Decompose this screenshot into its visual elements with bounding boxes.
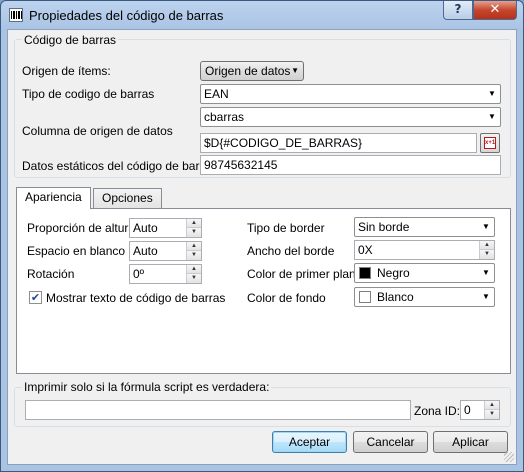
- static-data-field[interactable]: 98745632145: [200, 155, 501, 175]
- background-color-value: Blanco: [377, 290, 414, 304]
- blank-space-value: Auto: [133, 244, 158, 258]
- formula-editor-button[interactable]: x+1: [480, 133, 500, 153]
- chevron-down-icon: ▼: [488, 112, 496, 121]
- border-width-value: 0X: [358, 243, 373, 257]
- stepper-down-icon[interactable]: ▼: [187, 251, 201, 260]
- stepper-up-icon[interactable]: ▲: [480, 241, 494, 250]
- barcode-type-value: EAN: [204, 87, 229, 101]
- source-column-value: cbarras: [204, 110, 245, 124]
- static-data-label: Datos estáticos del código de barras: [22, 159, 217, 173]
- stepper-buttons: ▲ ▼: [186, 219, 201, 237]
- rotation-label: Rotación: [27, 267, 75, 281]
- stepper-up-icon[interactable]: ▲: [485, 401, 499, 410]
- chevron-down-icon: ▼: [291, 66, 299, 75]
- resize-grip[interactable]: [504, 452, 514, 462]
- source-column-label: Columna de origen de datos: [22, 124, 173, 138]
- stepper-down-icon[interactable]: ▼: [485, 410, 499, 419]
- background-color-label: Color de fondo: [247, 291, 326, 305]
- stepper-up-icon[interactable]: ▲: [187, 242, 201, 251]
- help-button[interactable]: ?: [443, 1, 473, 20]
- border-width-stepper[interactable]: 0X ▲ ▼: [354, 240, 495, 260]
- checkmark-icon: ✔: [30, 291, 41, 304]
- window-title: Propiedades del código de barras: [29, 8, 224, 23]
- chevron-down-icon: ▼: [488, 89, 496, 98]
- background-color-select[interactable]: Blanco ▼: [354, 287, 495, 307]
- close-button[interactable]: ✕: [473, 1, 517, 20]
- foreground-color-swatch: [359, 267, 371, 279]
- stepper-buttons: ▲ ▼: [479, 241, 494, 259]
- zone-id-value: 0: [464, 403, 471, 417]
- border-type-label: Tipo de border: [247, 221, 325, 235]
- background-color-swatch: [359, 291, 371, 303]
- foreground-color-select[interactable]: Negro ▼: [354, 263, 495, 283]
- stepper-down-icon[interactable]: ▼: [480, 250, 494, 259]
- barcode-type-label: Tipo de codigo de barras: [22, 87, 155, 101]
- blank-space-label: Espacio en blanco: [27, 244, 126, 258]
- apply-button[interactable]: Aplicar: [433, 431, 508, 453]
- dialog-client-area: Código de barras Origen de ítems: Origen…: [7, 29, 517, 465]
- border-type-value: Sin borde: [358, 220, 410, 234]
- origin-items-value: Origen de datos: [205, 64, 291, 78]
- chevron-down-icon: ▼: [482, 268, 490, 277]
- close-icon: ✕: [489, 2, 501, 17]
- rotation-value: 0º: [133, 267, 145, 281]
- height-ratio-stepper[interactable]: Auto ▲ ▼: [129, 218, 202, 238]
- height-ratio-value: Auto: [133, 221, 158, 235]
- stepper-buttons: ▲ ▼: [186, 242, 201, 260]
- show-text-checkbox[interactable]: ✔: [29, 291, 42, 304]
- dialog-window: Propiedades del código de barras ? ✕ Cód…: [0, 0, 524, 472]
- cancel-button[interactable]: Cancelar: [353, 431, 428, 453]
- origin-items-label: Origen de ítems:: [22, 64, 111, 78]
- blank-space-stepper[interactable]: Auto ▲ ▼: [129, 241, 202, 261]
- chevron-down-icon: ▼: [482, 292, 490, 301]
- foreground-color-label: Color de primer plano: [247, 267, 363, 281]
- chevron-down-icon: ▼: [482, 222, 490, 231]
- barcode-type-select[interactable]: EAN ▼: [200, 84, 501, 104]
- stepper-up-icon[interactable]: ▲: [187, 265, 201, 274]
- tab-apariencia[interactable]: Apariencia: [16, 187, 91, 209]
- zone-id-stepper[interactable]: 0 ▲ ▼: [460, 400, 500, 420]
- border-type-select[interactable]: Sin borde ▼: [354, 217, 495, 237]
- print-condition-title: Imprimir solo si la fórmula script es ve…: [22, 380, 272, 394]
- origin-items-dropdown[interactable]: Origen de datos ▼: [200, 61, 304, 81]
- rotation-stepper[interactable]: 0º ▲ ▼: [129, 264, 202, 284]
- formula-editor-icon: x+1: [484, 137, 496, 149]
- height-ratio-label: Proporción de altura: [27, 221, 136, 235]
- zone-id-label: Zona ID:: [414, 404, 461, 418]
- stepper-down-icon[interactable]: ▼: [187, 274, 201, 283]
- title-bar[interactable]: Propiedades del código de barras ? ✕: [1, 1, 523, 29]
- accept-button[interactable]: Aceptar: [272, 431, 347, 453]
- barcode-group-title: Código de barras: [22, 33, 119, 47]
- expression-field[interactable]: $D{#CODIGO_DE_BARRAS}: [200, 133, 477, 153]
- foreground-color-value: Negro: [377, 266, 410, 280]
- stepper-buttons: ▲ ▼: [484, 401, 499, 419]
- tab-opciones[interactable]: Opciones: [93, 188, 162, 209]
- source-column-select[interactable]: cbarras ▼: [200, 107, 501, 127]
- print-formula-field[interactable]: [25, 400, 411, 420]
- show-text-label[interactable]: Mostrar texto de código de barras: [46, 291, 225, 305]
- border-width-label: Ancho del borde: [247, 244, 335, 258]
- stepper-down-icon[interactable]: ▼: [187, 228, 201, 237]
- stepper-buttons: ▲ ▼: [186, 265, 201, 283]
- barcode-icon: [9, 8, 23, 22]
- stepper-up-icon[interactable]: ▲: [187, 219, 201, 228]
